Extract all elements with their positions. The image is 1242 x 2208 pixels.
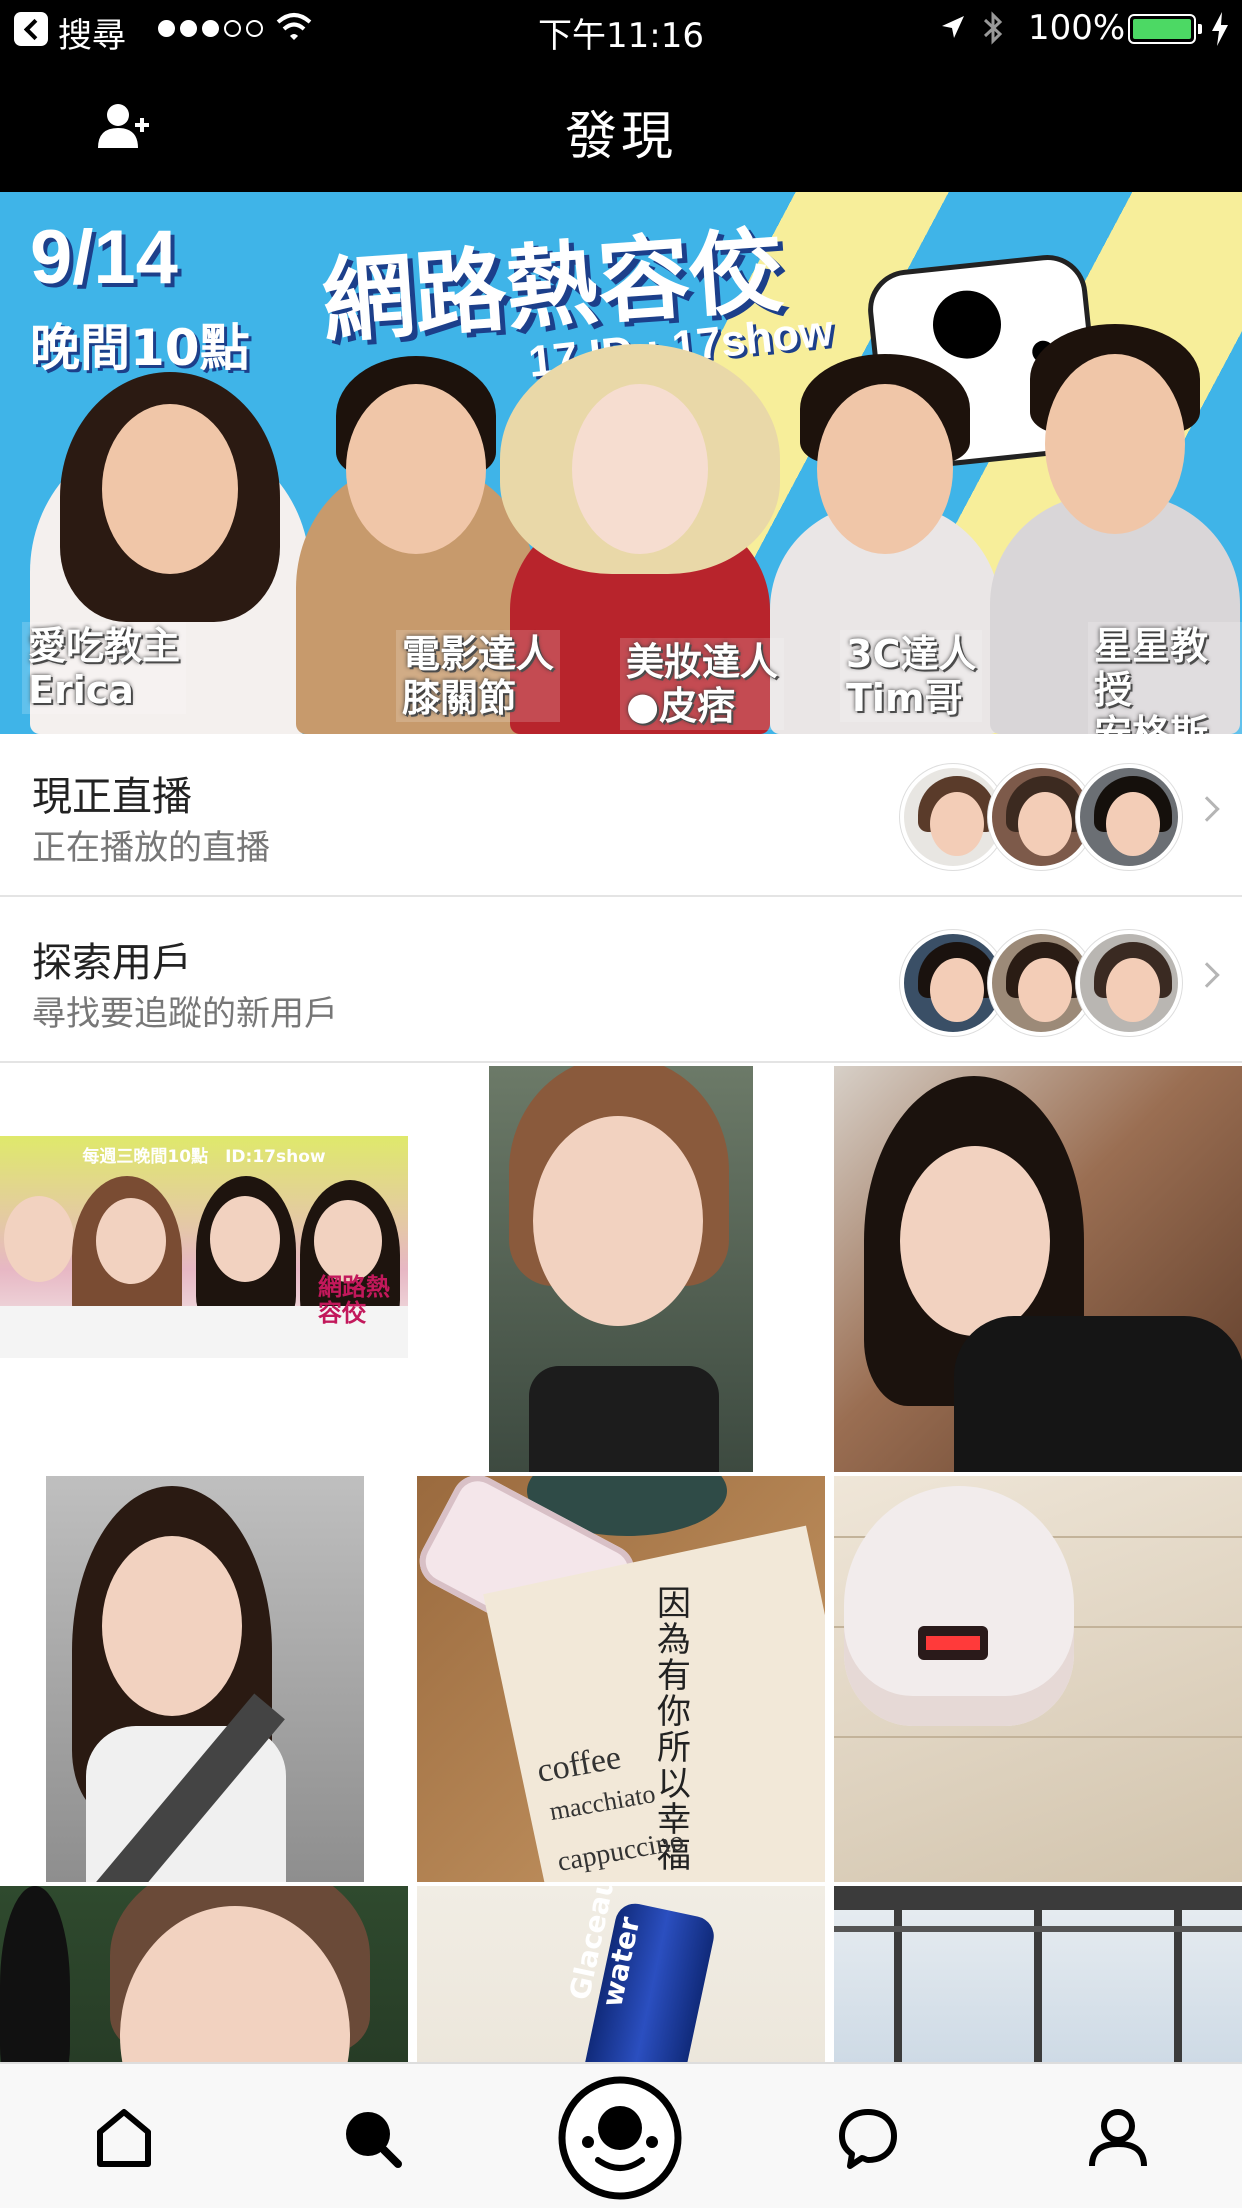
explore-users-row[interactable]: 探索用戶 尋找要追蹤的新用戶	[0, 900, 1242, 1063]
host-role: 星星教授	[1094, 624, 1209, 712]
portrait-photo	[834, 1066, 1242, 1472]
host-label: 電影達人 膝關節	[396, 630, 561, 722]
grid-cell-rice-cooker[interactable]	[834, 1476, 1242, 1882]
host-role: 3C達人	[846, 632, 977, 676]
host-label: 愛吃教主 Erica	[22, 622, 187, 714]
live-now-row[interactable]: 現正直播 正在播放的直播	[0, 734, 1242, 897]
grid-cell-water-bottle[interactable]: Glaceau water	[417, 1886, 825, 2062]
chevron-right-icon	[1194, 962, 1220, 988]
location-arrow-icon	[942, 16, 964, 38]
closeup-photo	[0, 1886, 408, 2062]
host-name: ●皮痞	[626, 684, 736, 728]
suggested-avatars	[900, 930, 1190, 1040]
grid-cell-show-banner[interactable]: 每週三晚間10點 ID:17show 網路熱容佼	[0, 1066, 408, 1472]
host-role: 電影達人	[402, 632, 555, 676]
live-now-title: 現正直播	[32, 774, 192, 820]
host-name: 膝關節	[402, 676, 517, 720]
rice-cooker-photo	[834, 1476, 1242, 1882]
show-banner-logo: 網路熱容佼	[318, 1273, 390, 1327]
avatar	[1076, 930, 1182, 1036]
host-role: 美妝達人	[626, 640, 779, 684]
host-name: Erica	[28, 668, 134, 712]
grid-cell-coffee-book[interactable]: 因為有你所以幸福 coffee macchiato cappuccino	[417, 1476, 825, 1882]
water-bottle-photo: Glaceau water	[417, 1886, 825, 2062]
host-label: 星星教授 安格斯	[1088, 622, 1242, 734]
explore-users-title: 探索用戶	[32, 940, 192, 986]
nav-bar: 發現	[0, 60, 1242, 192]
bluetooth-icon	[983, 11, 1003, 45]
selfie-photo	[489, 1066, 753, 1472]
battery-percent: 100%	[1028, 8, 1126, 48]
photo-grid: 每週三晚間10點 ID:17show 網路熱容佼 因為有你所以幸福 coffee…	[0, 1066, 1242, 2062]
charging-bolt-icon	[1212, 12, 1228, 46]
status-bar: 搜尋 下午11:16 100%	[0, 0, 1242, 60]
live-avatars	[900, 764, 1190, 874]
grid-cell-car-selfie[interactable]	[0, 1476, 408, 1882]
live-now-subtitle: 正在播放的直播	[32, 828, 270, 868]
balcony-view-photo	[834, 1886, 1242, 2062]
search-icon[interactable]	[340, 2106, 404, 2170]
explore-users-subtitle: 尋找要追蹤的新用戶	[32, 994, 338, 1034]
battery-icon	[1128, 14, 1202, 44]
profile-icon[interactable]	[1086, 2106, 1150, 2170]
page-title: 發現	[564, 107, 677, 167]
tab-bar	[0, 2062, 1242, 2208]
host-label: 美妝達人 ●皮痞	[620, 638, 785, 730]
message-icon[interactable]	[836, 2106, 900, 2170]
host-name: 安格斯	[1094, 712, 1209, 734]
grid-cell-portrait[interactable]	[834, 1066, 1242, 1472]
show-banner-caption: 每週三晚間10點 ID:17show	[82, 1147, 326, 1167]
live-camera-icon[interactable]	[558, 2076, 682, 2200]
avatar	[1076, 764, 1182, 870]
chevron-right-icon	[1194, 796, 1220, 822]
coffee-book-photo: 因為有你所以幸福 coffee macchiato cappuccino	[417, 1476, 825, 1882]
banner-date: 9/14	[30, 215, 178, 300]
grid-cell-closeup[interactable]	[0, 1886, 408, 2062]
host-label: 3C達人 Tim哥	[840, 630, 983, 722]
home-icon[interactable]	[92, 2106, 156, 2170]
car-selfie-photo	[46, 1476, 364, 1882]
grid-cell-selfie[interactable]	[417, 1066, 825, 1472]
host-name: Tim哥	[846, 676, 963, 720]
host-role: 愛吃教主	[28, 624, 181, 668]
show-banner-photo: 每週三晚間10點 ID:17show 網路熱容佼	[0, 1136, 408, 1358]
banner-time: 晚間10點	[30, 319, 250, 377]
promo-banner[interactable]: 9/14 晚間10點 網路熱容佼 17 ID : 17show 愛吃教主 Eri…	[0, 192, 1242, 734]
grid-cell-balcony-view[interactable]	[834, 1886, 1242, 2062]
